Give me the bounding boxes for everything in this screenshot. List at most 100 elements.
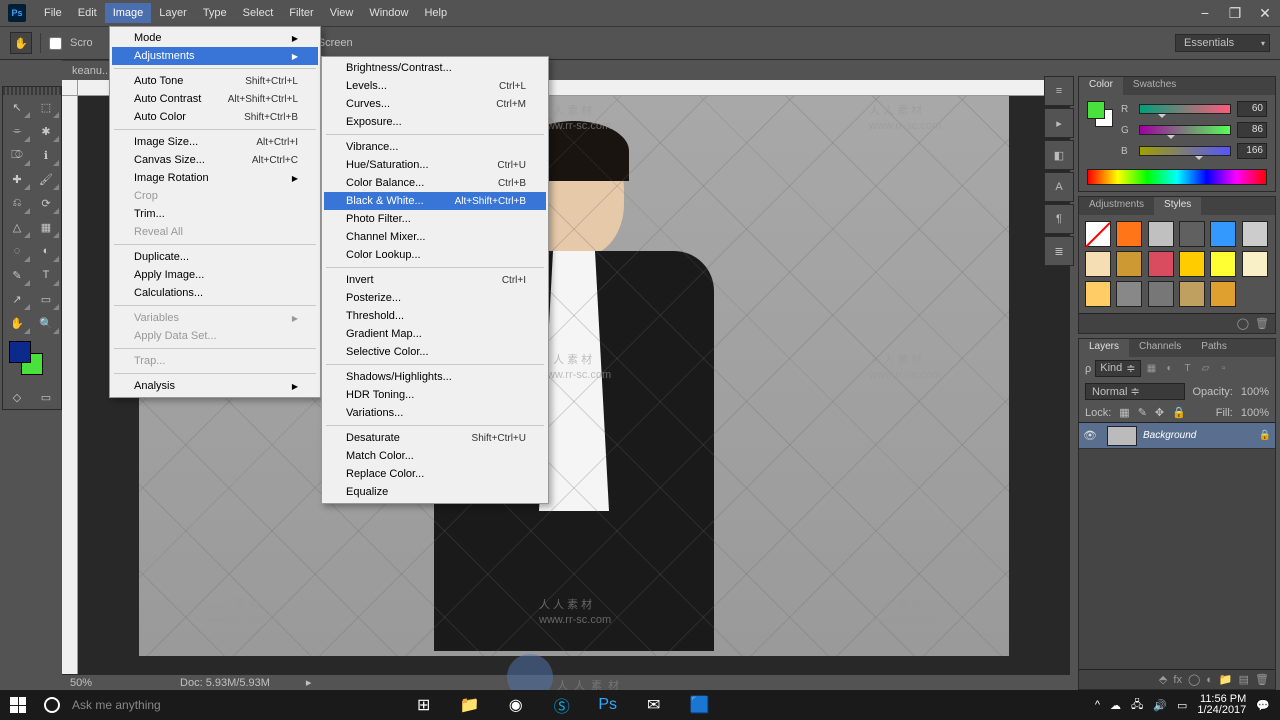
menu-item-shadows-highlights[interactable]: Shadows/Highlights... [324, 368, 546, 386]
style-swatch[interactable] [1148, 281, 1174, 307]
tab-adjustments[interactable]: Adjustments [1079, 197, 1154, 215]
menu-item-mode[interactable]: Mode▶ [112, 29, 318, 47]
style-swatch[interactable] [1179, 251, 1205, 277]
layer-row[interactable]: 👁 Background 🔒 [1079, 423, 1275, 449]
menu-window[interactable]: Window [361, 3, 416, 23]
menu-item-color-lookup[interactable]: Color Lookup... [324, 246, 546, 264]
tab-styles[interactable]: Styles [1154, 197, 1201, 215]
tray-notifications-icon[interactable]: 💬 [1256, 699, 1270, 712]
style-swatch[interactable] [1085, 281, 1111, 307]
visibility-icon[interactable]: 👁 [1083, 429, 1101, 442]
layer-kind-select[interactable]: Kind≑ [1095, 360, 1140, 377]
menu-item-black-white[interactable]: Black & White...Alt+Shift+Ctrl+B [324, 192, 546, 210]
menu-item-brightness-contrast[interactable]: Brightness/Contrast... [324, 59, 546, 77]
skype-icon[interactable]: Ⓢ [539, 690, 585, 720]
filter-type-icon[interactable]: T [1181, 362, 1195, 376]
menu-item-color-balance[interactable]: Color Balance...Ctrl+B [324, 174, 546, 192]
menu-layer[interactable]: Layer [151, 3, 195, 23]
menu-item-desaturate[interactable]: DesaturateShift+Ctrl+U [324, 429, 546, 447]
menu-item-calculations[interactable]: Calculations... [112, 284, 318, 302]
menu-item-equalize[interactable]: Equalize [324, 483, 546, 501]
color-spectrum[interactable] [1087, 169, 1267, 185]
menu-item-hue-saturation[interactable]: Hue/Saturation...Ctrl+U [324, 156, 546, 174]
history-panel-icon[interactable]: ≡ [1044, 76, 1074, 106]
zoom-tool[interactable]: 🔍 [32, 311, 60, 335]
style-swatch[interactable] [1242, 251, 1268, 277]
blur-tool[interactable]: ◌ [3, 239, 31, 263]
eyedrop-tool[interactable]: ℹ [32, 143, 60, 167]
actions-panel-icon[interactable]: ▸ [1044, 108, 1074, 138]
menu-item-trim[interactable]: Trim... [112, 205, 318, 223]
maximize-button[interactable]: ❐ [1220, 3, 1250, 23]
tab-swatches[interactable]: Swatches [1123, 77, 1186, 95]
menu-item-duplicate[interactable]: Duplicate... [112, 248, 318, 266]
menu-filter[interactable]: Filter [281, 3, 321, 23]
menu-item-exposure[interactable]: Exposure... [324, 113, 546, 131]
hand-tool-icon[interactable]: ✋ [10, 32, 32, 54]
menu-help[interactable]: Help [416, 3, 455, 23]
menu-item-image-rotation[interactable]: Image Rotation▶ [112, 169, 318, 187]
workspace-selector[interactable]: Essentials [1175, 34, 1270, 52]
search-box[interactable]: Ask me anything [68, 698, 161, 712]
g-slider[interactable] [1139, 125, 1231, 135]
menu-item-match-color[interactable]: Match Color... [324, 447, 546, 465]
move-tool[interactable]: ↖ [3, 95, 31, 119]
filter-smart-icon[interactable]: ▫ [1217, 362, 1231, 376]
menu-item-hdr-toning[interactable]: HDR Toning... [324, 386, 546, 404]
b-slider[interactable] [1139, 146, 1231, 156]
type-tool[interactable]: T [32, 263, 60, 287]
style-swatch[interactable] [1148, 251, 1174, 277]
style-swatch[interactable] [1085, 221, 1111, 247]
history-tool[interactable]: ⟳ [32, 191, 60, 215]
lock-all-icon[interactable]: 🔒 [1172, 406, 1186, 419]
fill-field[interactable]: 100% [1241, 407, 1269, 419]
menu-item-auto-color[interactable]: Auto ColorShift+Ctrl+B [112, 108, 318, 126]
menu-item-curves[interactable]: Curves...Ctrl+M [324, 95, 546, 113]
chrome-icon[interactable]: ◉ [493, 690, 539, 720]
tab-color[interactable]: Color [1079, 77, 1123, 95]
hand-tool[interactable]: ✋ [3, 311, 31, 335]
tab-layers[interactable]: Layers [1079, 339, 1129, 357]
tab-channels[interactable]: Channels [1129, 339, 1191, 357]
style-swatch[interactable] [1148, 221, 1174, 247]
blend-mode-select[interactable]: Normal ≑ [1085, 383, 1185, 400]
style-swatch[interactable] [1242, 221, 1268, 247]
wand-tool[interactable]: ✱ [32, 119, 60, 143]
zoom-field[interactable]: 50% [70, 677, 92, 689]
character-panel-icon[interactable]: A [1044, 172, 1074, 202]
menu-item-canvas-size[interactable]: Canvas Size...Alt+Ctrl+C [112, 151, 318, 169]
filter-adjust-icon[interactable]: ◐ [1163, 362, 1177, 376]
quickmask-icon[interactable]: ◇ [3, 385, 31, 409]
cortana-icon[interactable] [44, 697, 60, 713]
taskbar-clock[interactable]: 11:56 PM 1/24/2017 [1197, 694, 1246, 716]
link-icon[interactable]: ⬘ [1159, 673, 1167, 686]
fx-icon[interactable]: fx [1173, 674, 1182, 686]
menu-item-replace-color[interactable]: Replace Color... [324, 465, 546, 483]
scroll-checkbox[interactable] [49, 37, 62, 50]
tab-paths[interactable]: Paths [1191, 339, 1237, 357]
menu-item-channel-mixer[interactable]: Channel Mixer... [324, 228, 546, 246]
eraser-tool[interactable]: △ [3, 215, 31, 239]
style-swatch[interactable] [1210, 251, 1236, 277]
style-swatch[interactable] [1210, 281, 1236, 307]
marquee-tool[interactable]: ⬚ [32, 95, 60, 119]
menu-item-gradient-map[interactable]: Gradient Map... [324, 325, 546, 343]
menu-image[interactable]: Image [105, 3, 152, 23]
menu-view[interactable]: View [322, 3, 362, 23]
stamp-tool[interactable]: ⎌ [3, 191, 31, 215]
menu-item-adjustments[interactable]: Adjustments▶ [112, 47, 318, 65]
menu-edit[interactable]: Edit [70, 3, 105, 23]
style-swatch[interactable] [1116, 251, 1142, 277]
path-tool[interactable]: ↗ [3, 287, 31, 311]
lock-paint-icon[interactable]: ✎ [1138, 406, 1147, 419]
lock-trans-icon[interactable]: ▦ [1119, 406, 1129, 419]
color-swatches[interactable] [3, 339, 61, 385]
menu-item-analysis[interactable]: Analysis▶ [112, 377, 318, 395]
menu-item-posterize[interactable]: Posterize... [324, 289, 546, 307]
menu-item-variations[interactable]: Variations... [324, 404, 546, 422]
dodge-tool[interactable]: ◐ [32, 239, 60, 263]
lock-pos-icon[interactable]: ✥ [1155, 406, 1164, 419]
shape-tool[interactable]: ▭ [32, 287, 60, 311]
r-slider[interactable] [1139, 104, 1231, 114]
minimize-button[interactable]: − [1190, 3, 1220, 23]
